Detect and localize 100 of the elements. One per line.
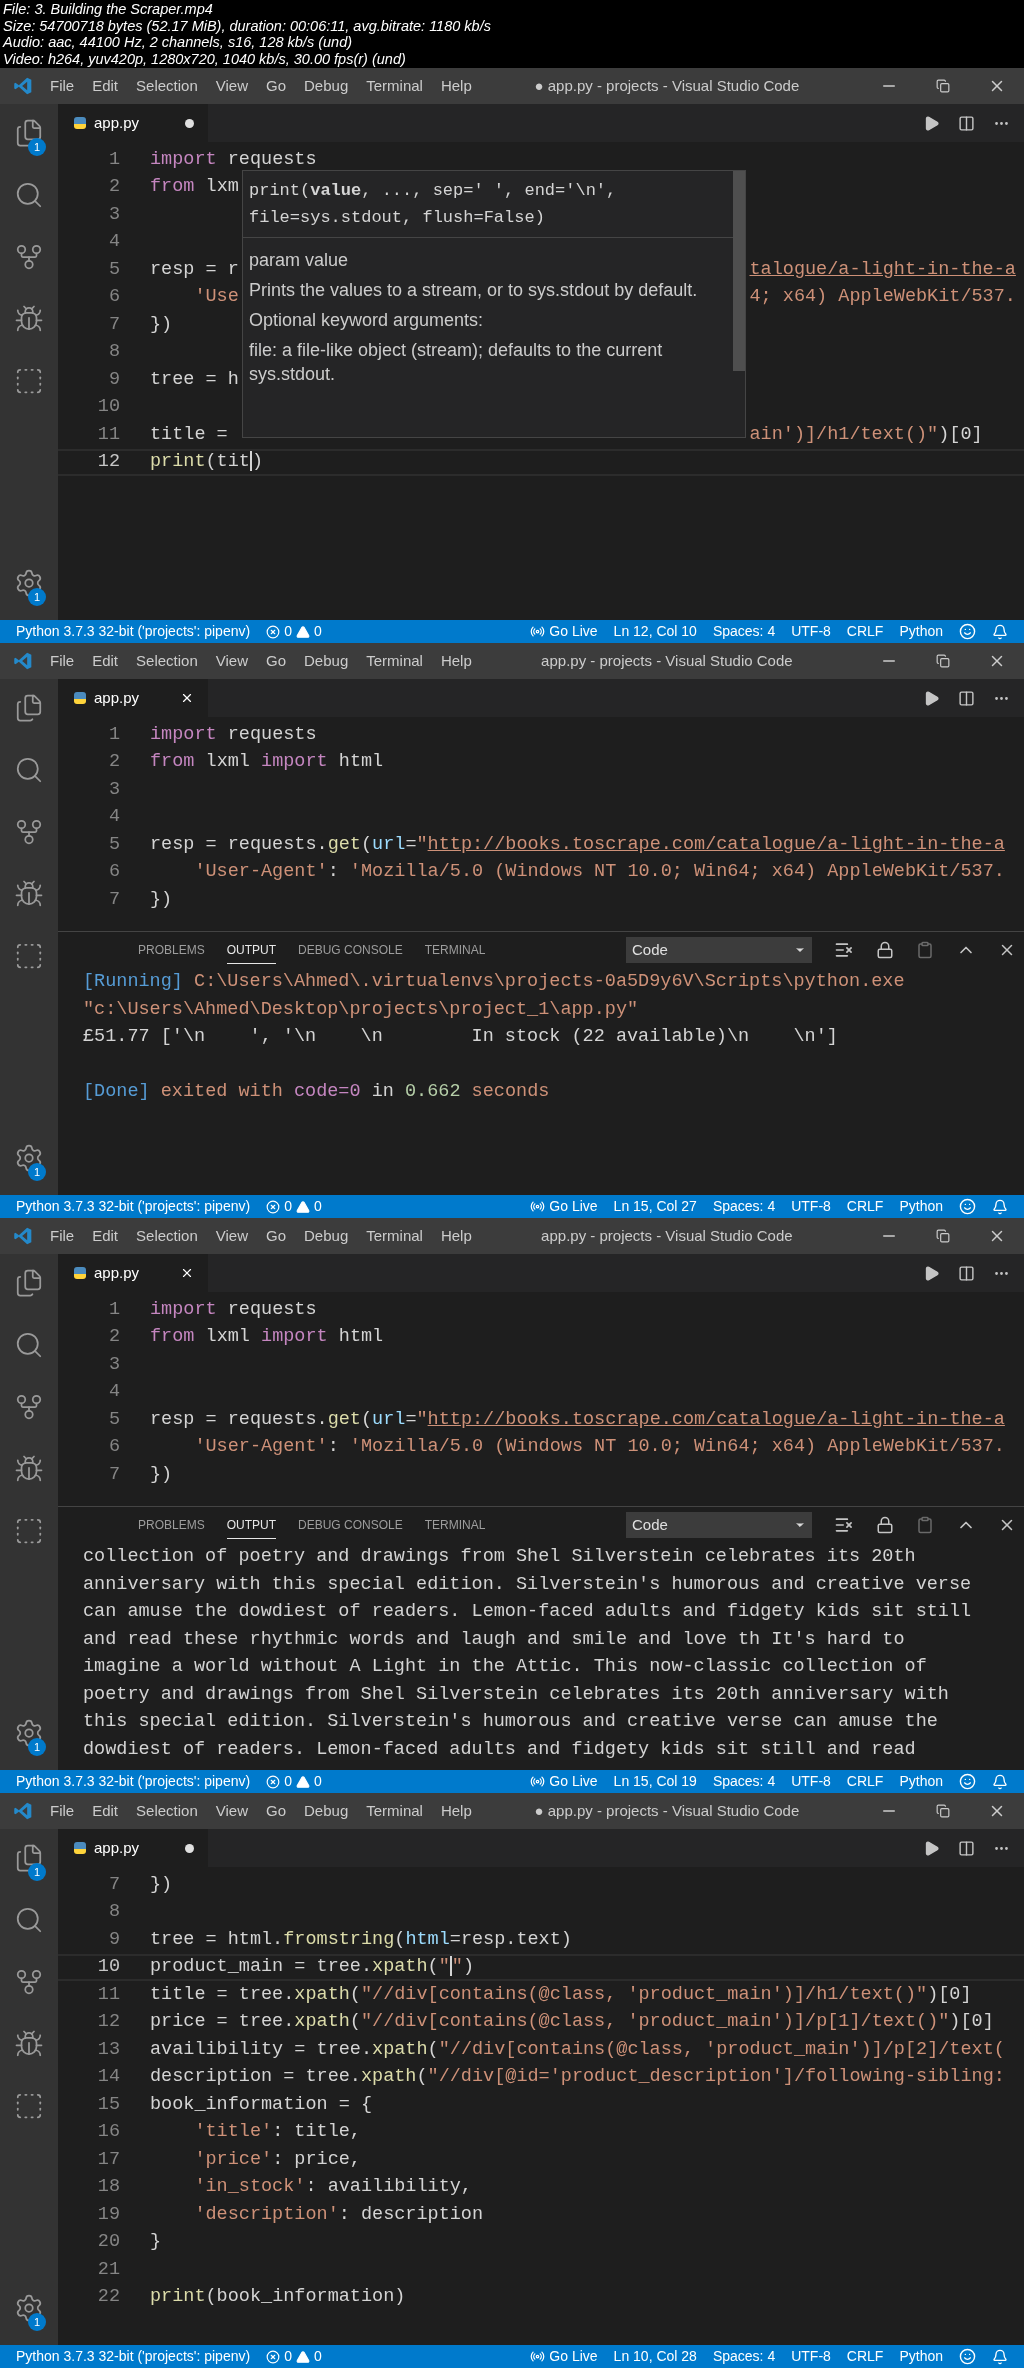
smiley-icon[interactable] — [959, 2348, 976, 2365]
bug-icon[interactable] — [14, 1454, 44, 1484]
bug-icon[interactable] — [14, 2029, 44, 2059]
panel-tab[interactable]: OUTPUT — [226, 1511, 277, 1539]
branch-icon[interactable] — [14, 1392, 44, 1422]
smiley-icon[interactable] — [959, 1198, 976, 1215]
encoding-status[interactable]: UTF-8 — [791, 621, 831, 642]
cursor-position[interactable]: Ln 15, Col 19 — [613, 1771, 697, 1792]
run-icon[interactable] — [923, 689, 940, 707]
run-icon[interactable] — [923, 1264, 940, 1282]
menu-item[interactable]: Help — [440, 1224, 472, 1248]
clipboard-icon[interactable] — [916, 1516, 934, 1534]
interpreter-status[interactable]: Python 3.7.3 32-bit ('projects': pipenv) — [16, 621, 251, 642]
search-icon[interactable] — [14, 1330, 44, 1360]
indentation-status[interactable]: Spaces: 4 — [712, 1771, 776, 1792]
run-icon[interactable] — [923, 114, 940, 132]
menu-item[interactable]: View — [215, 649, 248, 673]
files-icon[interactable] — [14, 1268, 44, 1298]
editor-tab[interactable]: app.py — [58, 104, 208, 142]
bell-icon[interactable] — [992, 1198, 1008, 1215]
warning-count[interactable]: 0 — [313, 1771, 322, 1792]
search-icon[interactable] — [14, 755, 44, 785]
menu-item[interactable]: Debug — [304, 649, 349, 673]
warning-count[interactable]: 0 — [313, 621, 322, 642]
extensions-icon[interactable] — [14, 366, 44, 396]
bug-icon[interactable] — [14, 304, 44, 334]
panel-tab[interactable]: PROBLEMS — [138, 1511, 205, 1539]
menu-item[interactable]: Go — [266, 74, 286, 98]
interpreter-status[interactable]: Python 3.7.3 32-bit ('projects': pipenv) — [16, 1771, 251, 1792]
editor-tab[interactable]: app.py — [58, 679, 208, 717]
encoding-status[interactable]: UTF-8 — [791, 1771, 831, 1792]
menu-item[interactable]: Selection — [136, 649, 198, 673]
cursor-position[interactable]: Ln 10, Col 28 — [613, 2346, 697, 2367]
bell-icon[interactable] — [992, 2348, 1008, 2365]
line-ending-status[interactable]: CRLF — [846, 621, 884, 642]
lock-icon[interactable] — [876, 941, 894, 959]
menu-item[interactable]: Selection — [136, 74, 198, 98]
cursor-position[interactable]: Ln 12, Col 10 — [613, 621, 697, 642]
split-editor-icon[interactable] — [958, 1264, 975, 1282]
menu-item[interactable]: Debug — [304, 74, 349, 98]
split-editor-icon[interactable] — [958, 689, 975, 707]
interpreter-status[interactable]: Python 3.7.3 32-bit ('projects': pipenv) — [16, 2346, 251, 2367]
encoding-status[interactable]: UTF-8 — [791, 1196, 831, 1217]
smiley-icon[interactable] — [959, 623, 976, 640]
menu-item[interactable]: Debug — [304, 1224, 349, 1248]
menu-item[interactable]: Terminal — [366, 1799, 423, 1823]
menu-item[interactable]: File — [50, 1224, 75, 1248]
output-channel-dropdown[interactable]: Code — [626, 1512, 812, 1538]
bell-icon[interactable] — [992, 623, 1008, 640]
menu-item[interactable]: Selection — [136, 1224, 198, 1248]
run-icon[interactable] — [923, 1839, 940, 1857]
menu-item[interactable]: Help — [440, 74, 472, 98]
panel-tab[interactable]: OUTPUT — [226, 936, 277, 964]
line-ending-status[interactable]: CRLF — [846, 1771, 884, 1792]
menu-item[interactable]: Go — [266, 1799, 286, 1823]
clipboard-icon[interactable] — [916, 941, 934, 959]
error-count[interactable]: 0 — [284, 1771, 292, 1792]
menu-item[interactable]: File — [50, 1799, 75, 1823]
language-status[interactable]: Python — [899, 1196, 943, 1217]
language-status[interactable]: Python — [899, 621, 943, 642]
error-count[interactable]: 0 — [284, 2346, 292, 2367]
menu-item[interactable]: View — [215, 74, 248, 98]
menu-item[interactable]: Debug — [304, 1799, 349, 1823]
menu-item[interactable]: Terminal — [366, 1224, 423, 1248]
bell-icon[interactable] — [992, 1773, 1008, 1790]
menu-item[interactable]: View — [215, 1799, 248, 1823]
language-status[interactable]: Python — [899, 1771, 943, 1792]
menu-item[interactable]: Go — [266, 649, 286, 673]
menu-item[interactable]: File — [50, 649, 75, 673]
panel-tab[interactable]: DEBUG CONSOLE — [298, 936, 403, 964]
files-icon[interactable] — [14, 693, 44, 723]
output-channel-dropdown[interactable]: Code — [626, 937, 812, 963]
extensions-icon[interactable] — [14, 1516, 44, 1546]
go-live-button[interactable]: Go Live — [549, 1771, 598, 1792]
editor-tab[interactable]: app.py — [58, 1829, 208, 1867]
menu-item[interactable]: Edit — [92, 1224, 119, 1248]
branch-icon[interactable] — [14, 1967, 44, 1997]
warning-count[interactable]: 0 — [313, 2346, 322, 2367]
editor-tab[interactable]: app.py — [58, 1254, 208, 1292]
close-icon[interactable] — [180, 691, 194, 705]
indentation-status[interactable]: Spaces: 4 — [712, 1196, 776, 1217]
line-ending-status[interactable]: CRLF — [846, 2346, 884, 2367]
menu-item[interactable]: Help — [440, 649, 472, 673]
search-icon[interactable] — [14, 1905, 44, 1935]
clear-output-icon[interactable] — [834, 940, 854, 960]
bug-icon[interactable] — [14, 879, 44, 909]
encoding-status[interactable]: UTF-8 — [791, 2346, 831, 2367]
panel-tab[interactable]: DEBUG CONSOLE — [298, 1511, 403, 1539]
line-ending-status[interactable]: CRLF — [846, 1196, 884, 1217]
search-icon[interactable] — [14, 180, 44, 210]
interpreter-status[interactable]: Python 3.7.3 32-bit ('projects': pipenv) — [16, 1196, 251, 1217]
lock-icon[interactable] — [876, 1516, 894, 1534]
branch-icon[interactable] — [14, 242, 44, 272]
go-live-button[interactable]: Go Live — [549, 621, 598, 642]
extensions-icon[interactable] — [14, 2091, 44, 2121]
close-icon[interactable] — [180, 1266, 194, 1280]
smiley-icon[interactable] — [959, 1773, 976, 1790]
menu-item[interactable]: Help — [440, 1799, 472, 1823]
go-live-button[interactable]: Go Live — [549, 1196, 598, 1217]
menu-item[interactable]: Edit — [92, 1799, 119, 1823]
